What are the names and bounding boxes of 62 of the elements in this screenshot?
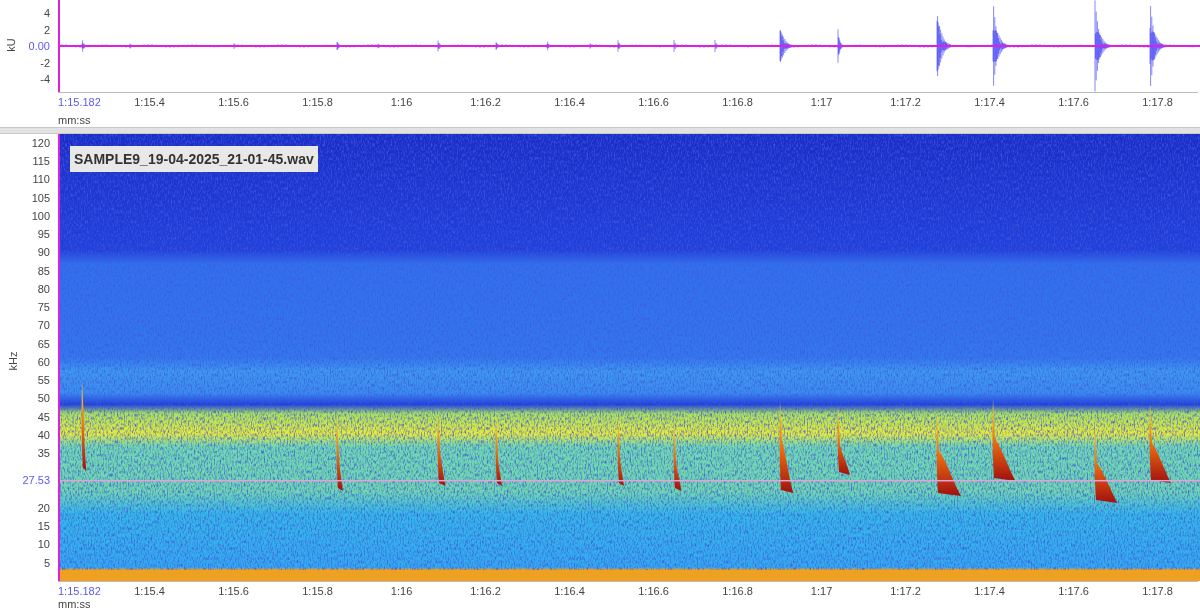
axis-tick-label: 80 <box>37 281 50 296</box>
cursor-line[interactable] <box>60 45 1200 47</box>
axis-tick-label: 1:15.6 <box>218 585 249 598</box>
axis-tick-label: 1:15.8 <box>302 585 333 598</box>
axis-tick-label: 5 <box>43 555 50 570</box>
axis-tick-label: 1:17.2 <box>890 585 921 598</box>
axis-tick-label: 1:15.4 <box>134 96 165 109</box>
axis-tick-label: 35 <box>37 446 50 461</box>
axis-title: kHz <box>6 351 21 371</box>
axis-tick-label: -4 <box>40 72 50 86</box>
axis-tick-label: 1:17.6 <box>1058 96 1089 109</box>
axis-tick-label: 1:15.4 <box>134 585 165 598</box>
axis-tick-label: 40 <box>37 427 50 442</box>
axis-tick-label: 115 <box>32 154 50 168</box>
axis-tick-label: 90 <box>37 245 50 260</box>
axis-tick-label: 1:16.2 <box>470 96 501 109</box>
axis-tick-label: 1:15.6 <box>218 96 249 109</box>
axis-tick-label: 2 <box>43 22 50 37</box>
axis-tick-label: 1:16.2 <box>470 585 501 598</box>
axis-tick-label: 1:16.8 <box>722 96 753 109</box>
axis-tick-label: 1:16.6 <box>638 585 669 598</box>
axis-tick-label: 1:16.4 <box>554 585 585 598</box>
axis-tick-label: 27.53 <box>22 473 50 488</box>
axis-tick-label: 120 <box>31 135 50 150</box>
axis-tick-label: 1:17.4 <box>974 96 1005 109</box>
axis-tick-label: 60 <box>37 354 50 369</box>
axis-title: mm:ss <box>58 598 91 610</box>
axis-tick-label: 1:17.4 <box>974 585 1005 598</box>
axis-tick-label: 0.00 <box>28 39 50 53</box>
axis-tick-label: 10 <box>37 537 50 552</box>
axis-tick-label: 1:15.8 <box>302 96 333 109</box>
axis-tick-label: 1:16.8 <box>722 585 753 598</box>
axis-tick-label: 15 <box>37 519 50 534</box>
axis-tick-label: 1:17.6 <box>1058 585 1089 598</box>
axis-tick-label: 1:16.6 <box>638 96 669 109</box>
file-name-label: SAMPLE9_19-04-2025_21-01-45.wav <box>70 146 318 172</box>
axis-tick-label: 50 <box>37 391 50 406</box>
axis-tick-label: 1:17 <box>810 585 833 598</box>
axis-tick-label: 1:17.2 <box>890 96 921 109</box>
axis-tick-label: 1:16 <box>390 96 413 109</box>
axis-tick-label: 95 <box>37 227 50 242</box>
axis-tick-label: 1:16 <box>390 585 413 598</box>
axis-tick-label: 1:17 <box>810 96 833 109</box>
axis-tick-label: 55 <box>37 373 50 388</box>
axis-title: mm:ss <box>58 114 91 126</box>
axis-tick-label: 4 <box>43 6 50 20</box>
axis-tick-label: 110 <box>32 172 50 187</box>
axis-tick-label: 100 <box>31 208 50 223</box>
axis-tick-label: 85 <box>37 263 50 278</box>
axis-title: kU <box>3 38 18 52</box>
axis-tick-label: 20 <box>37 500 50 515</box>
axis-tick-label: 70 <box>37 318 50 333</box>
axis-tick-label: -2 <box>40 55 50 70</box>
axis-tick-label: 1:16.4 <box>554 96 585 109</box>
axis-tick-label: 45 <box>37 409 50 424</box>
axis-tick-label: 1:17.8 <box>1142 96 1173 109</box>
axis-tick-label: 75 <box>37 300 50 315</box>
axis-tick-label: 1:15.182 <box>58 96 101 109</box>
axis-tick-label: 105 <box>31 190 50 205</box>
axis-tick-label: 1:17.8 <box>1142 585 1173 598</box>
axis-tick-label: 1:15.182 <box>58 585 101 598</box>
axis-tick-label: 65 <box>37 336 50 351</box>
